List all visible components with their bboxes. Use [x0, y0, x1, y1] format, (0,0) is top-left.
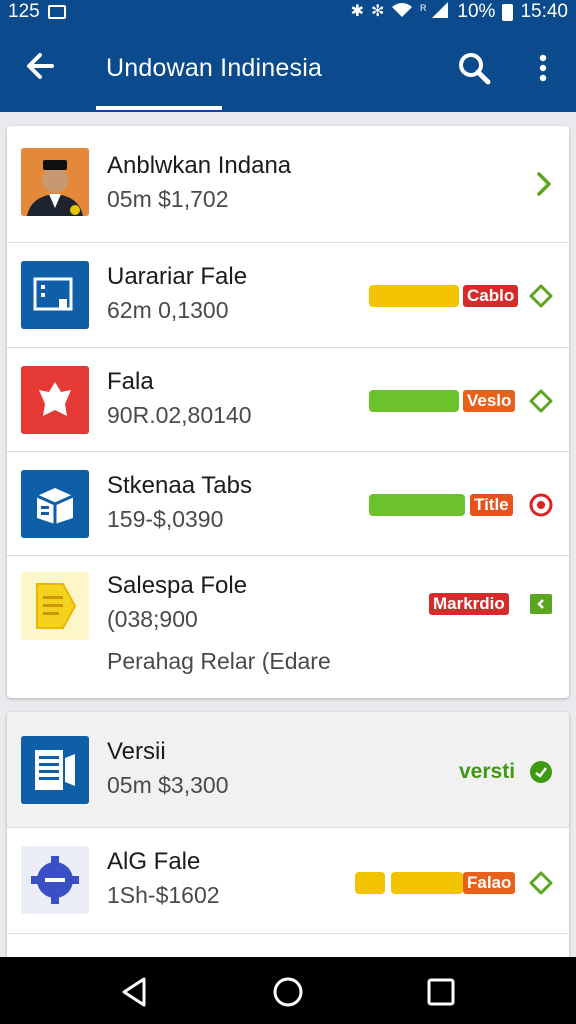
diamond-outline-icon[interactable] — [528, 388, 554, 414]
secondary-list-card: Versii 05m $3,300 versti AlG Fale 1Sh-$1… — [7, 712, 569, 962]
system-nav-bar — [0, 957, 576, 1024]
list-item[interactable]: Salespa Fole (038;900 Perahag Relar (Eda… — [7, 556, 569, 698]
list-item-meta: 90R.02,80140 — [107, 402, 252, 428]
list-app-icon — [21, 736, 89, 804]
list-item-name: Versii — [107, 738, 166, 765]
chevron-right-icon[interactable] — [531, 171, 557, 197]
yellow-doc-icon — [21, 572, 89, 640]
status-badge: Title — [470, 494, 513, 516]
progress-bar — [369, 390, 459, 412]
search-icon[interactable] — [456, 50, 492, 86]
list-item-extra: Perahag Relar (Edare — [107, 648, 331, 674]
status-badge: Markrdio — [429, 593, 509, 615]
list-item[interactable]: AlG Fale 1Sh-$1602 Falao — [7, 828, 569, 934]
diamond-outline-icon[interactable] — [528, 283, 554, 309]
wifi-icon — [391, 2, 413, 22]
vibrate-icon: ✻ — [371, 3, 385, 20]
list-item[interactable]: Fala 90R.02,80140 Veslo — [7, 348, 569, 452]
svg-text:R: R — [420, 3, 427, 13]
image-notification-icon — [47, 5, 66, 19]
recents-nav-icon[interactable] — [424, 975, 458, 1009]
list-item-meta: 62m 0,1300 — [107, 297, 229, 323]
document-app-icon — [21, 261, 89, 329]
status-label: versti — [459, 760, 516, 783]
hd-signal-icon: R — [420, 1, 450, 23]
page-title: Undowan Indinesia — [106, 54, 323, 82]
home-nav-icon[interactable] — [271, 975, 305, 1009]
green-square-icon[interactable] — [528, 591, 554, 617]
list-item-name: Fala — [107, 368, 154, 395]
list-item-name: Salespa Fole — [107, 572, 248, 599]
battery-percent: 10% — [457, 1, 496, 22]
status-badge: Cablo — [463, 285, 519, 307]
list-item-meta: 05m $3,300 — [107, 772, 229, 798]
progress-bar — [369, 285, 459, 307]
status-clock: 15:40 — [520, 1, 568, 22]
list-item-name: Uarariar Fale — [107, 263, 248, 290]
tab-indicator — [96, 106, 222, 110]
list-item[interactable]: Stkenaa Tabs 159-$,0390 Title — [7, 452, 569, 556]
progress-bar-segment — [355, 872, 385, 894]
bluetooth-icon: ✱ — [350, 3, 365, 20]
list-item-meta: 1Sh-$1602 — [107, 882, 220, 908]
list-item[interactable]: Anblwkan Indana 05m $1,702 — [7, 126, 569, 243]
back-nav-icon[interactable] — [118, 975, 152, 1009]
status-time-left: 125 — [8, 1, 40, 22]
list-item-name: Stkenaa Tabs — [107, 472, 252, 499]
gear-app-icon — [21, 846, 89, 914]
primary-list-card: Anblwkan Indana 05m $1,702 Uarariar Fale… — [7, 126, 569, 698]
list-item-name: Anblwkan Indana — [107, 152, 292, 179]
profile-photo — [21, 148, 89, 216]
progress-bar — [391, 872, 463, 894]
status-badge: Falao — [463, 872, 516, 894]
diamond-outline-icon[interactable] — [528, 870, 554, 896]
status-badge: Veslo — [463, 390, 516, 412]
list-item-name: AlG Fale — [107, 848, 201, 875]
list-item[interactable]: Uarariar Fale 62m 0,1300 Cablo — [7, 243, 569, 348]
box-app-icon — [21, 470, 89, 538]
more-vert-icon[interactable] — [532, 52, 554, 84]
record-circle-icon[interactable] — [528, 492, 554, 518]
list-item-meta: 05m $1,702 — [107, 186, 229, 212]
check-circle-icon[interactable] — [528, 759, 554, 785]
status-bar: 125 ✱ ✻ R 10% 15:40 — [0, 0, 576, 24]
list-item-meta: 159-$,0390 — [107, 506, 224, 532]
progress-bar — [369, 494, 465, 516]
battery-icon — [502, 3, 514, 21]
list-item-meta: (038;900 — [107, 606, 198, 632]
app-bar: Undowan Indinesia — [0, 24, 576, 112]
back-arrow-icon[interactable] — [22, 48, 58, 84]
list-item[interactable]: Versii 05m $3,300 versti — [7, 712, 569, 828]
red-app-icon — [21, 366, 89, 434]
